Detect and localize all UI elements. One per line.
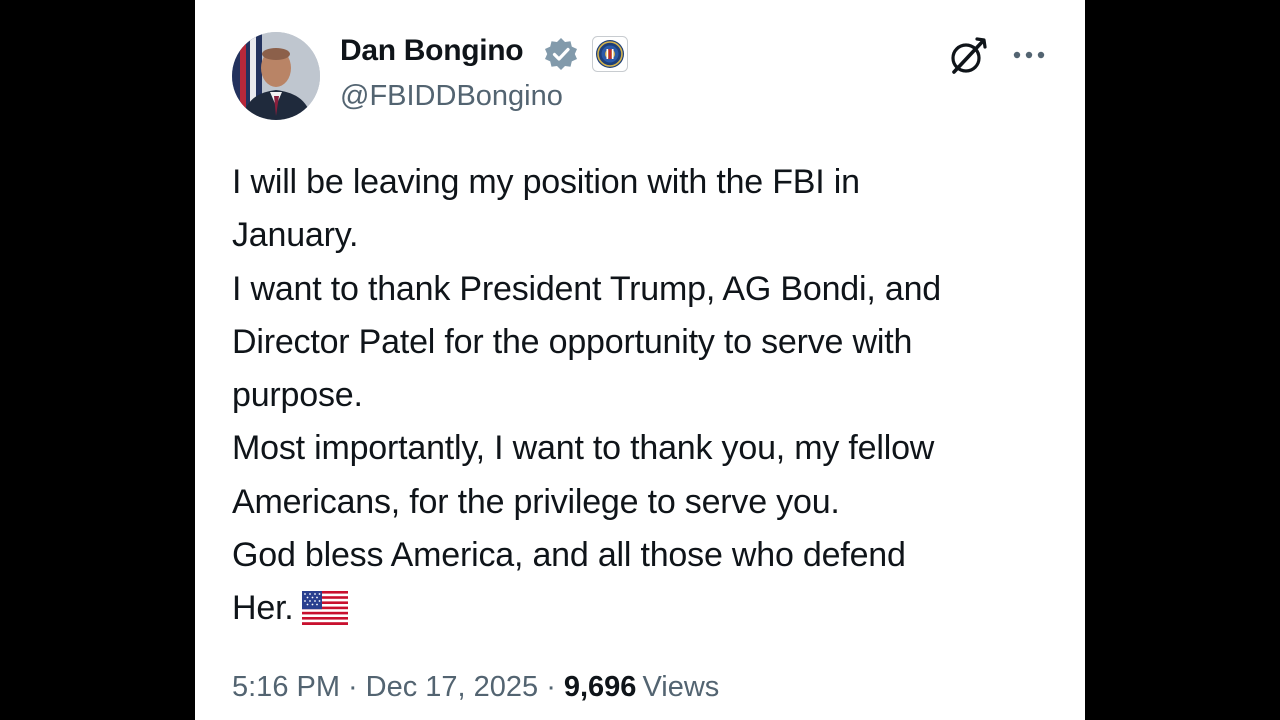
views-label: Views: [642, 671, 720, 703]
tweet-time[interactable]: 5:16 PM: [232, 671, 340, 703]
tweet-text: I will be leaving my position with the F…: [232, 156, 1062, 642]
verified-badge-icon[interactable]: [544, 37, 578, 71]
tweet-text-line: Director Patel for the opportunity to se…: [232, 322, 913, 361]
tweet-text-line: Most importantly, I want to thank you, m…: [232, 429, 935, 468]
more-options-icon[interactable]: [1010, 40, 1048, 70]
author-display-name[interactable]: Dan Bongino: [340, 34, 524, 68]
tweet-date[interactable]: Dec 17, 2025: [366, 671, 539, 703]
tweet-meta: 5:16 PM · Dec 17, 2025 · 9,696 Views: [232, 671, 719, 704]
meta-separator: ·: [546, 671, 556, 703]
us-flag-emoji: [301, 588, 348, 641]
avatar[interactable]: [232, 32, 320, 120]
tweet-text-line: God bless America, and all those who def…: [232, 536, 906, 575]
tweet-text-line: January.: [232, 216, 359, 255]
fbi-seal-icon[interactable]: [592, 36, 628, 72]
author-handle[interactable]: @FBIDDBongino: [340, 80, 563, 113]
tweet-text-last-word: Her.: [232, 589, 294, 628]
views-count[interactable]: 9,696: [564, 671, 637, 703]
tweet-text-line-last: Her.: [232, 582, 1062, 641]
tweet-text-line: Americans, for the privilege to serve yo…: [232, 482, 840, 521]
tweet-text-line: purpose.: [232, 376, 363, 415]
grok-icon[interactable]: [946, 36, 988, 78]
tweet-text-line: I will be leaving my position with the F…: [232, 163, 860, 201]
meta-separator: ·: [348, 671, 358, 703]
tweet-text-line: I want to thank President Trump, AG Bond…: [232, 269, 941, 308]
